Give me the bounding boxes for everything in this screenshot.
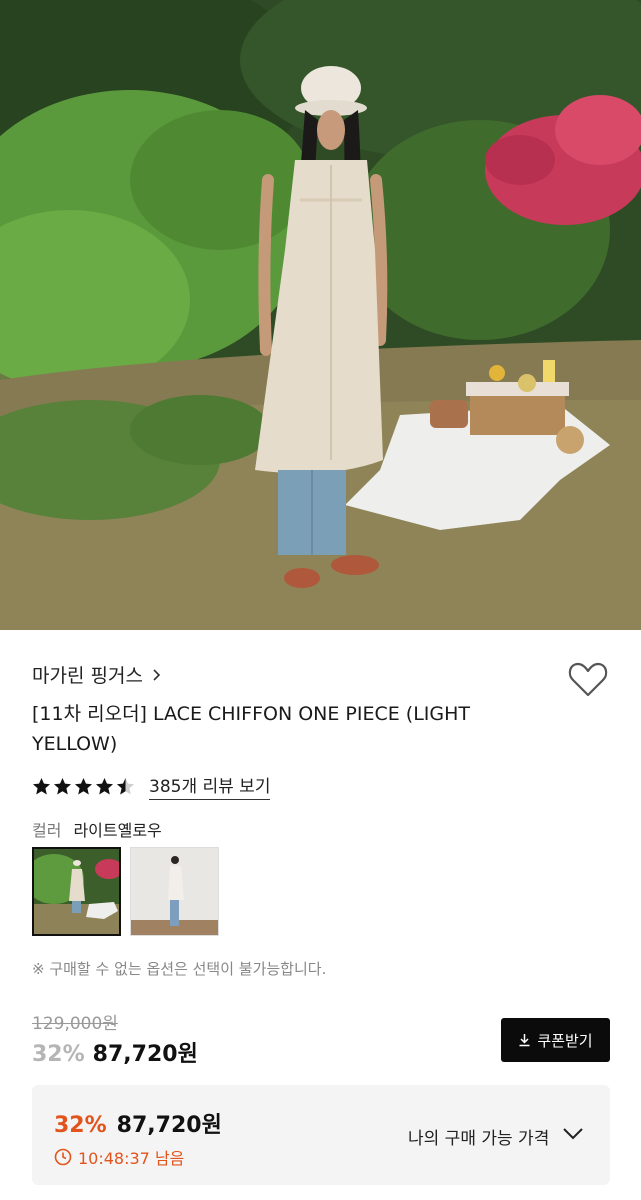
brand-name: 마가린 핑거스 [32, 665, 143, 687]
original-price: 129,000원 [32, 1014, 118, 1034]
wishlist-heart-icon[interactable] [567, 660, 609, 700]
color-swatch-selected[interactable] [32, 847, 121, 936]
swatch-thumbnail-outdoor [34, 849, 119, 934]
discount-rate: 32% [32, 1042, 85, 1067]
sale-price: 87,720원 [92, 1042, 198, 1067]
rating-row: 385개 리뷰 보기 [32, 772, 271, 800]
review-link[interactable]: 385개 리뷰 보기 [149, 772, 271, 800]
swatch-thumbnail-studio [131, 848, 218, 935]
price-row: 32% 87,720원 [32, 1036, 198, 1068]
rating-stars [32, 777, 135, 796]
chevron-down-icon [563, 1128, 583, 1140]
coupon-button-label: 쿠폰받기 [537, 1031, 593, 1050]
my-price-value: 87,720원 [116, 1113, 222, 1138]
color-swatch-alt[interactable] [130, 847, 219, 936]
option-notice: ※ 구매할 수 없는 옵션은 선택이 불가능합니다. [32, 960, 327, 978]
brand-link[interactable]: 마가린 핑거스 [32, 661, 163, 688]
timer-text: 10:48:37 남음 [78, 1149, 185, 1168]
star-half-icon [116, 777, 135, 794]
product-photo [0, 0, 641, 630]
product-main-image[interactable] [0, 0, 641, 630]
clock-icon [54, 1148, 72, 1166]
star-full-icon [32, 777, 51, 794]
my-price-panel[interactable]: 32% 87,720원 10:48:37 남음 나의 구매 가능 가격 [32, 1085, 610, 1185]
color-label: 컬러 [32, 821, 62, 840]
timer-row: 10:48:37 남음 [54, 1145, 184, 1169]
star-full-icon [53, 777, 72, 794]
color-value: 라이트옐로우 [73, 821, 162, 840]
product-title: [11차 리오더] LACE CHIFFON ONE PIECE (LIGHT … [32, 703, 471, 755]
my-price-label: 나의 구매 가능 가격 [408, 1129, 550, 1149]
download-icon [519, 1034, 530, 1047]
chevron-right-icon [153, 668, 161, 681]
star-full-icon [74, 777, 93, 794]
coupon-download-button[interactable]: 쿠폰받기 [501, 1018, 610, 1062]
my-price-row: 32% 87,720원 [54, 1107, 222, 1139]
star-full-icon [95, 777, 114, 794]
color-option-row: 컬러 라이트옐로우 [32, 817, 162, 841]
my-price-discount: 32% [54, 1113, 107, 1138]
